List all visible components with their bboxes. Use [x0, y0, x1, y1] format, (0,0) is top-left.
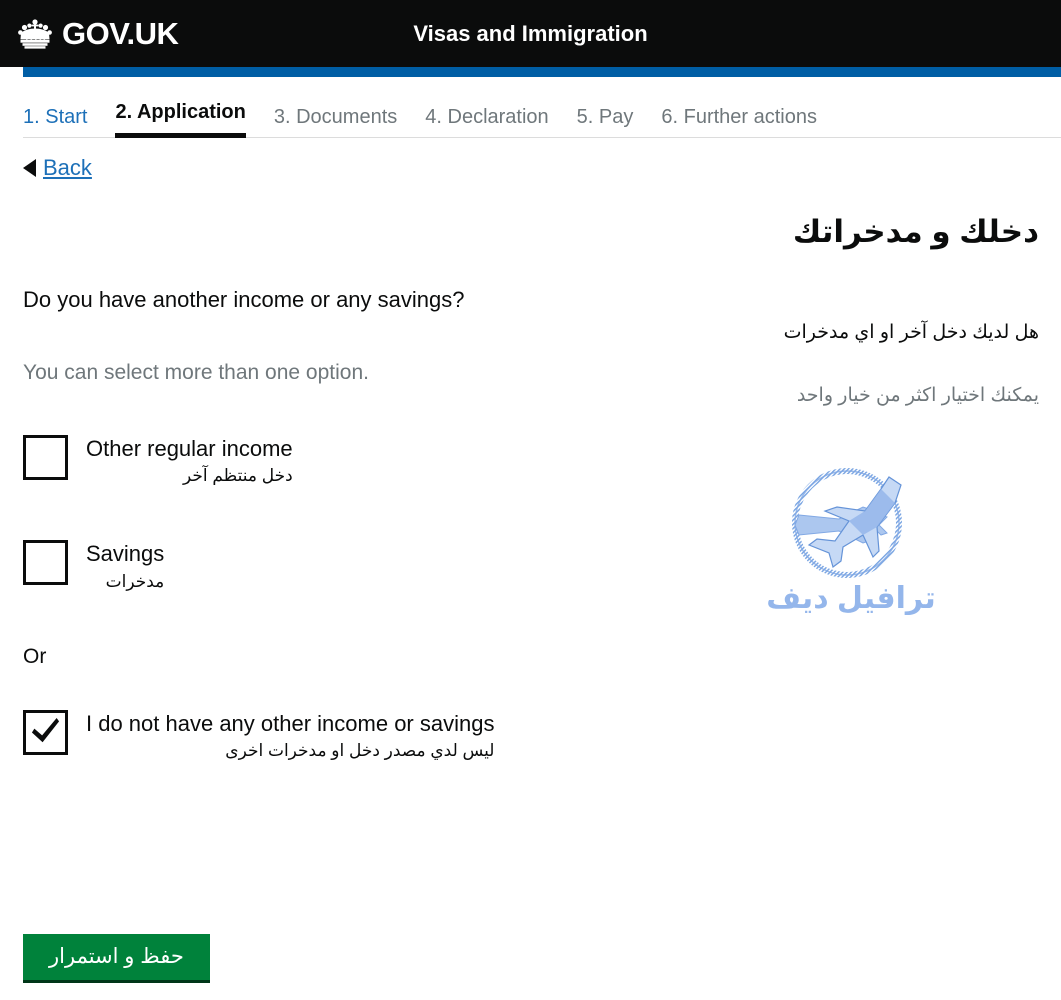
- gov-uk-brand[interactable]: GOV.UK: [16, 16, 179, 51]
- option-label-ar: ليس لدي مصدر دخل او مدخرات اخرى: [225, 741, 495, 761]
- option-labels: Other regular income دخل منتظم آخر: [86, 434, 293, 487]
- form-column: Do you have another income or any saving…: [0, 181, 600, 762]
- brand-name: GOV.UK: [62, 16, 179, 51]
- arabic-translation-column: دخلك و مدخراتك هل لديك دخل آخر او اي مدخ…: [600, 181, 1061, 762]
- or-divider-label: Or: [23, 644, 47, 668]
- step-4-declaration[interactable]: 4. Declaration: [425, 103, 548, 138]
- option-labels: I do not have any other income or saving…: [86, 709, 494, 762]
- save-and-continue-button[interactable]: حفظ و استمرار: [23, 934, 210, 984]
- question-label: Do you have another income or any saving…: [23, 287, 465, 312]
- checkbox-other-regular-income[interactable]: [23, 434, 68, 480]
- page-body: Do you have another income or any saving…: [0, 181, 1061, 762]
- checkbox-no-other-income[interactable]: [23, 709, 68, 755]
- step-3-documents[interactable]: 3. Documents: [274, 103, 397, 138]
- option-label-ar: دخل منتظم آخر: [183, 466, 293, 486]
- check-mark-icon: [31, 717, 60, 743]
- option-label-en: Other regular income: [86, 435, 293, 461]
- option-labels: Savings مدخرات: [86, 539, 164, 592]
- arabic-question-text: هل لديك دخل آخر او اي مدخرات: [783, 322, 1039, 344]
- arabic-hint-text: يمكنك اختيار اكثر من خيار واحد: [796, 384, 1039, 406]
- option-label-en: I do not have any other income or saving…: [86, 710, 495, 736]
- checkbox-option-savings[interactable]: Savings مدخرات: [23, 539, 600, 592]
- question-hint: You can select more than one option.: [23, 360, 369, 384]
- arabic-page-heading: دخلك و مدخراتك: [792, 214, 1039, 249]
- crown-icon: [16, 18, 54, 50]
- checkbox-group: Other regular income دخل منتظم آخر Savin…: [23, 434, 600, 762]
- submit-area: حفظ و استمرار: [23, 934, 210, 984]
- back-link[interactable]: Back: [43, 155, 92, 181]
- watermark-text: ترافيل ديف: [766, 582, 936, 616]
- accent-blue-bar: [23, 67, 1061, 77]
- step-5-pay[interactable]: 5. Pay: [577, 103, 634, 138]
- gov-header: GOV.UK Visas and Immigration: [0, 0, 1061, 67]
- checkbox-option-no-other-income[interactable]: I do not have any other income or saving…: [23, 709, 600, 762]
- option-label-en: Savings: [86, 541, 165, 567]
- step-1-start[interactable]: 1. Start: [23, 103, 87, 138]
- watermark: ترافيل ديف: [721, 463, 981, 616]
- step-6-further-actions[interactable]: 6. Further actions: [661, 103, 817, 138]
- checkbox-savings[interactable]: [23, 540, 68, 586]
- back-navigation[interactable]: Back: [23, 155, 1061, 181]
- step-2-application[interactable]: 2. Application: [115, 98, 246, 138]
- checkbox-option-other-regular-income[interactable]: Other regular income دخل منتظم آخر: [23, 434, 600, 487]
- step-navigation: 1. Start 2. Application 3. Documents 4. …: [0, 98, 1061, 139]
- option-label-ar: مدخرات: [105, 571, 165, 591]
- triangle-left-icon: [23, 159, 36, 177]
- airplanes-in-circle-icon: [777, 463, 925, 585]
